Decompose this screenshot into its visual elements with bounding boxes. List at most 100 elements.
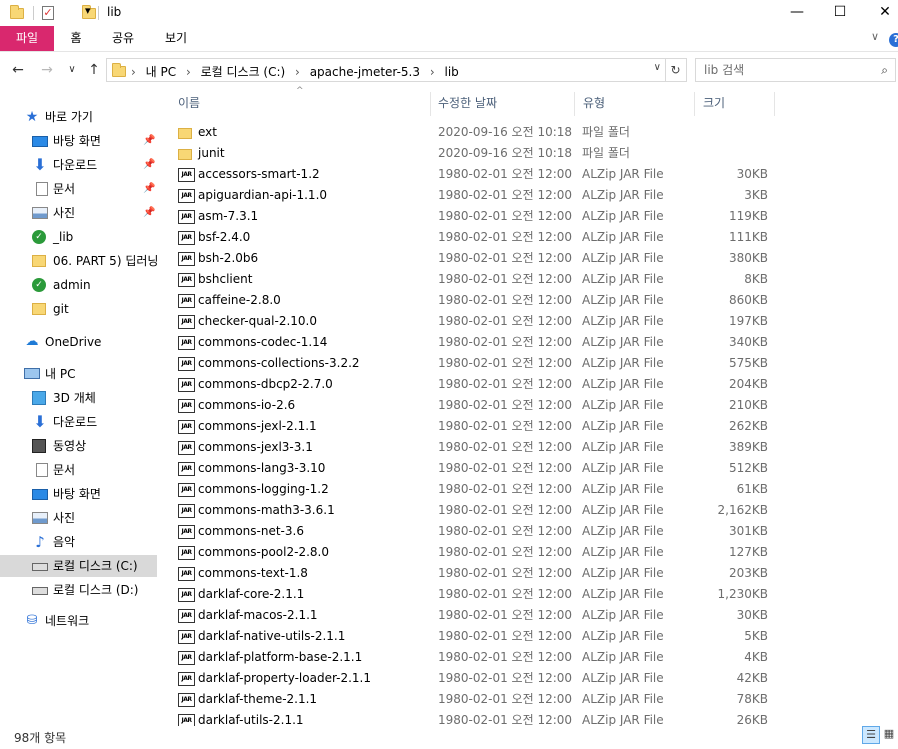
folder-icon — [32, 303, 46, 315]
column-divider[interactable] — [574, 92, 575, 116]
help-icon[interactable]: ? — [889, 33, 898, 47]
file-row[interactable]: JAR bsf-2.4.0 1980-02-01 오전 12:00 ALZip JAR… — [160, 227, 898, 248]
sidebar-item[interactable]: 바탕 화면 📌 — [0, 130, 157, 152]
sidebar-item[interactable]: ♪ 음악 — [0, 531, 157, 553]
address-bar[interactable]: › 내 PC › 로컬 디스크 (C:) › apache-jmeter-5.3… — [106, 58, 666, 82]
search-input[interactable] — [704, 63, 864, 77]
file-row[interactable]: JAR commons-jexl3-3.1 1980-02-01 오전 12:00 A… — [160, 437, 898, 458]
sidebar-item[interactable]: git — [0, 298, 157, 320]
file-row[interactable]: ext 2020-09-16 오전 10:18 파일 폴더 — [160, 122, 898, 143]
details-view-button[interactable]: ☰ — [862, 726, 880, 744]
sidebar-item[interactable]: 동영상 — [0, 435, 157, 457]
sidebar-item-label: 다운로드 — [53, 158, 98, 172]
file-row[interactable]: JAR bshclient 1980-02-01 오전 12:00 ALZip JAR… — [160, 269, 898, 290]
sidebar-item[interactable]: ✓ admin — [0, 274, 157, 296]
file-row[interactable]: JAR commons-text-1.8 1980-02-01 오전 12:00 AL… — [160, 563, 898, 584]
breadcrumb-local-disk-c[interactable]: 로컬 디스크 (C:) — [201, 65, 286, 79]
file-row[interactable]: JAR commons-dbcp2-2.7.0 1980-02-01 오전 12:0… — [160, 374, 898, 395]
sidebar-item[interactable]: 사진 — [0, 507, 157, 529]
file-row[interactable]: JAR accessors-smart-1.2 1980-02-01 오전 12:0… — [160, 164, 898, 185]
file-list[interactable]: ext 2020-09-16 오전 10:18 파일 폴더 junit 2020-09-… — [160, 122, 898, 726]
column-divider[interactable] — [694, 92, 695, 116]
back-arrow-icon[interactable]: ← — [8, 60, 28, 80]
tab-share[interactable]: 공유 — [102, 26, 144, 51]
file-row[interactable]: JAR checker-qual-2.10.0 1980-02-01 오전 12:0… — [160, 311, 898, 332]
breadcrumb-apache-jmeter[interactable]: apache-jmeter-5.3 — [310, 65, 420, 79]
file-row[interactable]: JAR commons-pool2-2.8.0 1980-02-01 오전 12:0… — [160, 542, 898, 563]
ribbon-expand-icon[interactable]: ∨ — [871, 30, 879, 43]
file-row[interactable]: JAR darklaf-platform-base-2.1.1 1980-02-01… — [160, 647, 898, 668]
column-header-name[interactable]: 이름 — [178, 92, 428, 116]
column-header-size[interactable]: 크기 — [703, 92, 773, 116]
file-row[interactable]: JAR darklaf-core-2.1.1 1980-02-01 오전 12:00… — [160, 584, 898, 605]
column-header-type[interactable]: 유형 — [583, 92, 693, 116]
sidebar-item[interactable]: ⬇ 다운로드 📌 — [0, 154, 157, 176]
file-row[interactable]: JAR darklaf-native-utils-2.1.1 1980-02-01 … — [160, 626, 898, 647]
sidebar-item[interactable]: 문서 — [0, 459, 157, 481]
file-row[interactable]: JAR darklaf-utils-2.1.1 1980-02-01 오전 12:0… — [160, 710, 898, 726]
breadcrumb-my-pc[interactable]: 내 PC — [146, 65, 176, 79]
file-type: ALZip JAR File — [582, 251, 664, 265]
address-dropdown-icon[interactable]: ∨ — [654, 62, 661, 73]
search-icon[interactable]: ⌕ — [881, 63, 888, 78]
file-row[interactable]: JAR commons-io-2.6 1980-02-01 오전 12:00 ALZi… — [160, 395, 898, 416]
maximize-button[interactable]: ☐ — [817, 0, 863, 26]
column-divider[interactable] — [774, 92, 775, 116]
breadcrumb-lib[interactable]: lib — [444, 65, 458, 79]
sidebar-item[interactable]: ☁ OneDrive — [0, 331, 157, 353]
tab-file[interactable]: 파일 — [0, 26, 54, 51]
file-row[interactable]: JAR commons-jexl-2.1.1 1980-02-01 오전 12:00… — [160, 416, 898, 437]
sidebar-item[interactable]: 3D 개체 — [0, 387, 157, 409]
tab-view[interactable]: 보기 — [155, 26, 197, 51]
file-row[interactable]: JAR bsh-2.0b6 1980-02-01 오전 12:00 ALZip JAR… — [160, 248, 898, 269]
file-row[interactable]: JAR commons-logging-1.2 1980-02-01 오전 12:0… — [160, 479, 898, 500]
breadcrumb-separator[interactable]: › — [186, 65, 191, 79]
file-row[interactable]: JAR darklaf-macos-2.1.1 1980-02-01 오전 12:0… — [160, 605, 898, 626]
forward-arrow-icon[interactable]: → — [37, 60, 57, 80]
file-size: 30KB — [736, 608, 768, 622]
sidebar-item[interactable]: ✓ _lib — [0, 226, 157, 248]
breadcrumb-separator[interactable]: › — [295, 65, 300, 79]
sidebar-item[interactable]: 로컬 디스크 (D:) — [0, 579, 157, 601]
quick-access-dropdown-icon[interactable]: ▾ — [85, 4, 91, 20]
column-divider[interactable] — [430, 92, 431, 116]
file-row[interactable]: JAR commons-collections-3.2.2 1980-02-01 오… — [160, 353, 898, 374]
file-size: 1,230KB — [717, 587, 768, 601]
file-row[interactable]: JAR darklaf-theme-2.1.1 1980-02-01 오전 12:0… — [160, 689, 898, 710]
sidebar-item[interactable]: 내 PC — [0, 363, 157, 385]
pin-icon: 📌 — [143, 135, 156, 146]
file-name: commons-collections-3.2.2 — [198, 356, 360, 370]
file-type: ALZip JAR File — [582, 230, 664, 244]
sidebar-item[interactable]: 로컬 디스크 (C:) — [0, 555, 157, 577]
refresh-icon[interactable]: ↻ — [665, 58, 687, 82]
file-date: 1980-02-01 오전 12:00 — [438, 461, 573, 475]
sidebar-item[interactable]: ★ 바로 가기 — [0, 106, 157, 128]
large-icons-view-button[interactable]: ▦ — [880, 726, 898, 744]
file-row[interactable]: JAR asm-7.3.1 1980-02-01 오전 12:00 ALZip JAR… — [160, 206, 898, 227]
tab-home[interactable]: 홈 — [56, 26, 96, 51]
file-row[interactable]: JAR caffeine-2.8.0 1980-02-01 오전 12:00 ALZi… — [160, 290, 898, 311]
file-row[interactable]: junit 2020-09-16 오전 10:18 파일 폴더 — [160, 143, 898, 164]
navigation-pane[interactable]: ★ 바로 가기 바탕 화면 📌 ⬇ 다운로드 📌 문서 📌 사진 📌 ✓ _lib 06. PART 5)… — [0, 92, 158, 720]
sidebar-item[interactable]: 바탕 화면 — [0, 483, 157, 505]
file-row[interactable]: JAR darklaf-property-loader-2.1.1 1980-02-… — [160, 668, 898, 689]
file-row[interactable]: JAR commons-net-3.6 1980-02-01 오전 12:00 ALZ… — [160, 521, 898, 542]
sidebar-item[interactable]: 06. PART 5) 딥러닝 — [0, 250, 158, 272]
sidebar-item[interactable]: 사진 📌 — [0, 202, 157, 224]
recent-locations-icon[interactable]: ∨ — [62, 60, 82, 80]
sidebar-item[interactable]: 문서 📌 — [0, 178, 157, 200]
sidebar-item[interactable]: ⬇ 다운로드 — [0, 411, 157, 433]
file-row[interactable]: JAR commons-codec-1.14 1980-02-01 오전 12:00… — [160, 332, 898, 353]
close-button[interactable]: ✕ — [862, 0, 898, 26]
minimize-button[interactable]: — — [774, 0, 820, 26]
file-row[interactable]: JAR apiguardian-api-1.1.0 1980-02-01 오전 12… — [160, 185, 898, 206]
sidebar-item-label: 동영상 — [53, 439, 87, 453]
column-header-date[interactable]: 수정한 날짜 — [438, 92, 574, 116]
breadcrumb-separator[interactable]: › — [430, 65, 435, 79]
sidebar-item[interactable]: ⛁ 네트워크 — [0, 610, 157, 632]
file-row[interactable]: JAR commons-math3-3.6.1 1980-02-01 오전 12:0… — [160, 500, 898, 521]
properties-icon[interactable]: ✓ — [42, 6, 54, 20]
search-box[interactable]: ⌕ — [695, 58, 896, 82]
file-row[interactable]: JAR commons-lang3-3.10 1980-02-01 오전 12:00… — [160, 458, 898, 479]
up-arrow-icon[interactable]: ↑ — [84, 60, 104, 80]
